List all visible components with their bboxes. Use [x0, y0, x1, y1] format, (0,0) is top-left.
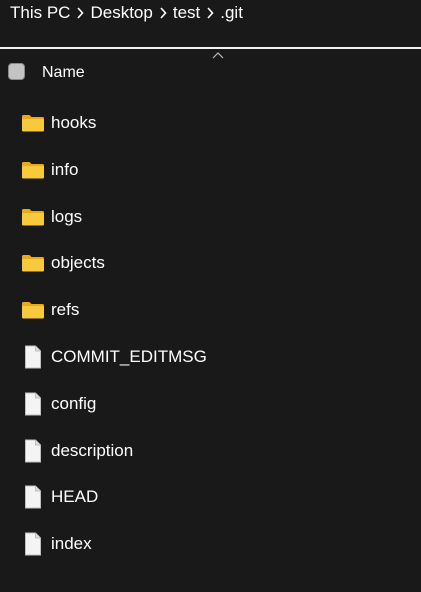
list-item-label: logs [51, 206, 83, 226]
list-item-label: index [51, 534, 92, 554]
column-header-row: Name [0, 57, 421, 89]
chevron-right-icon[interactable] [70, 7, 90, 19]
folder-icon [21, 152, 45, 188]
list-item-label: COMMIT_EDITMSG [51, 347, 207, 366]
list-item[interactable]: hooks [0, 105, 421, 141]
list-item[interactable]: index [0, 526, 421, 562]
breadcrumb-item-test[interactable]: test [173, 3, 200, 23]
breadcrumb-item-desktop[interactable]: Desktop [90, 3, 152, 23]
list-item-label: info [51, 159, 79, 179]
breadcrumb-item-git[interactable]: .git [220, 3, 243, 23]
list-item[interactable]: description [0, 433, 421, 469]
breadcrumb-item-this-pc[interactable]: This PC [10, 3, 70, 23]
chevron-right-icon[interactable] [153, 7, 173, 19]
breadcrumb: This PC Desktop test .git [0, 0, 421, 26]
chevron-right-icon[interactable] [200, 7, 220, 19]
list-item[interactable]: HEAD [0, 479, 421, 515]
file-icon [21, 479, 45, 515]
column-header-name[interactable]: Name [42, 64, 85, 82]
list-item[interactable]: info [0, 152, 421, 188]
folder-icon [21, 245, 45, 281]
list-item[interactable]: objects [0, 245, 421, 281]
list-item[interactable]: logs [0, 199, 421, 235]
list-item-label: hooks [51, 113, 97, 132]
folder-icon [21, 199, 45, 235]
list-item[interactable]: COMMIT_EDITMSG [0, 339, 421, 375]
list-item[interactable]: config [0, 386, 421, 422]
divider [0, 47, 421, 49]
file-explorer-window: This PC Desktop test .git Name hooks info… [0, 0, 421, 592]
list-item-label: config [51, 393, 97, 413]
file-icon [21, 339, 45, 375]
list-item-label: refs [51, 300, 80, 320]
folder-icon [21, 105, 45, 141]
list-item-label: objects [51, 253, 105, 273]
list-item-label: HEAD [51, 487, 99, 507]
file-icon [21, 386, 45, 422]
list-item[interactable]: refs [0, 292, 421, 328]
file-icon [21, 433, 45, 469]
file-icon [21, 526, 45, 562]
select-all-checkbox[interactable] [8, 63, 25, 80]
folder-icon [21, 292, 45, 328]
list-item-label: description [51, 440, 134, 460]
